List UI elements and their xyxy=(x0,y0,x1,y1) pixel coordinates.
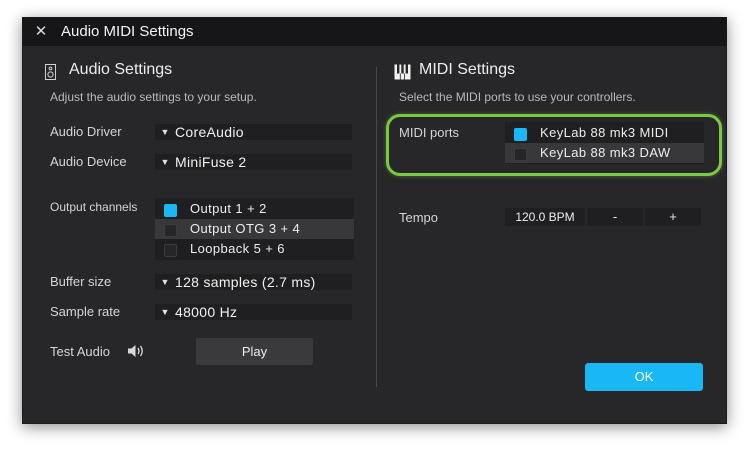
list-item[interactable]: Output OTG 3 + 4 xyxy=(155,219,354,239)
chevron-down-icon: ▼ xyxy=(160,307,170,317)
list-item[interactable]: Output 1 + 2 xyxy=(155,199,354,219)
play-button[interactable]: Play xyxy=(196,338,313,365)
checkbox[interactable] xyxy=(164,244,177,257)
sample-rate-select[interactable]: ▼ 48000 Hz xyxy=(155,304,352,320)
speaker-icon xyxy=(45,64,56,80)
tempo-label: Tempo xyxy=(399,210,439,225)
output-channels-label: Output channels xyxy=(50,200,138,214)
audio-driver-label: Audio Driver xyxy=(50,124,122,139)
audio-driver-select[interactable]: ▼ CoreAudio xyxy=(155,124,352,140)
ok-button[interactable]: OK xyxy=(585,363,703,391)
audio-driver-value: CoreAudio xyxy=(175,124,244,140)
volume-icon xyxy=(127,343,145,359)
tempo-decrease-button[interactable]: - xyxy=(587,208,643,226)
list-item[interactable]: Loopback 5 + 6 xyxy=(155,239,354,259)
audio-midi-settings-window: ✕ Audio MIDI Settings Audio Settings Adj… xyxy=(22,17,727,424)
audio-settings-subtitle: Adjust the audio settings to your setup. xyxy=(50,90,257,104)
window-title: Audio MIDI Settings xyxy=(61,23,194,40)
highlight-ring xyxy=(386,114,722,176)
audio-device-label: Audio Device xyxy=(50,154,127,169)
test-audio-label: Test Audio xyxy=(50,344,110,359)
piano-keys-icon xyxy=(394,64,411,80)
midi-settings-title: MIDI Settings xyxy=(419,61,516,78)
buffer-size-select[interactable]: ▼ 128 samples (2.7 ms) xyxy=(155,274,352,290)
audio-device-value: MiniFuse 2 xyxy=(175,154,247,170)
midi-settings-subtitle: Select the MIDI ports to use your contro… xyxy=(399,90,636,104)
output-channels-list: Output 1 + 2 Output OTG 3 + 4 Loopback 5… xyxy=(155,198,354,260)
checkbox[interactable] xyxy=(164,224,177,237)
chevron-down-icon: ▼ xyxy=(160,277,170,287)
checkbox[interactable] xyxy=(164,204,177,217)
buffer-size-value: 128 samples (2.7 ms) xyxy=(175,274,316,290)
sample-rate-value: 48000 Hz xyxy=(175,304,238,320)
sample-rate-label: Sample rate xyxy=(50,304,121,319)
chevron-down-icon: ▼ xyxy=(160,157,170,167)
close-icon[interactable]: ✕ xyxy=(33,24,49,40)
audio-settings-title: Audio Settings xyxy=(69,61,173,78)
buffer-size-label: Buffer size xyxy=(50,274,112,289)
tempo-increase-button[interactable]: + xyxy=(645,208,701,226)
tempo-value[interactable]: 120.0 BPM xyxy=(505,208,585,226)
title-bar: ✕ Audio MIDI Settings xyxy=(23,18,726,46)
audio-device-select[interactable]: ▼ MiniFuse 2 xyxy=(155,154,352,170)
chevron-down-icon: ▼ xyxy=(160,127,170,137)
panel-divider xyxy=(376,67,377,387)
